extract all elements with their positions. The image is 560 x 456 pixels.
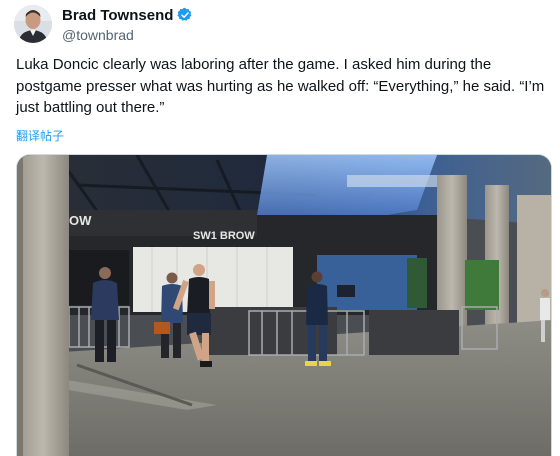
translate-post-link[interactable]: 翻译帖子 — [16, 127, 64, 144]
tweet-card: Brad Townsend @townbrad Luka Doncic clea… — [0, 0, 560, 456]
wall-sign-right: SW1 BROW — [193, 230, 255, 242]
author-display-name[interactable]: Brad Townsend — [62, 7, 173, 24]
arena-tunnel-photo: OW SW1 BROW — [17, 155, 551, 456]
wall-sign-left: OW — [69, 213, 92, 228]
tweet-header: Brad Townsend @townbrad — [14, 4, 193, 44]
tweet-text: Luka Doncic clearly was laboring after t… — [16, 56, 545, 116]
tweet-media-image[interactable]: OW SW1 BROW — [16, 154, 552, 456]
author-names: Brad Townsend @townbrad — [62, 6, 193, 43]
author-handle[interactable]: @townbrad — [62, 27, 193, 43]
verified-badge-icon — [177, 7, 193, 23]
avatar-photo — [14, 5, 52, 43]
avatar[interactable] — [14, 5, 52, 43]
display-name-row: Brad Townsend — [62, 6, 193, 25]
